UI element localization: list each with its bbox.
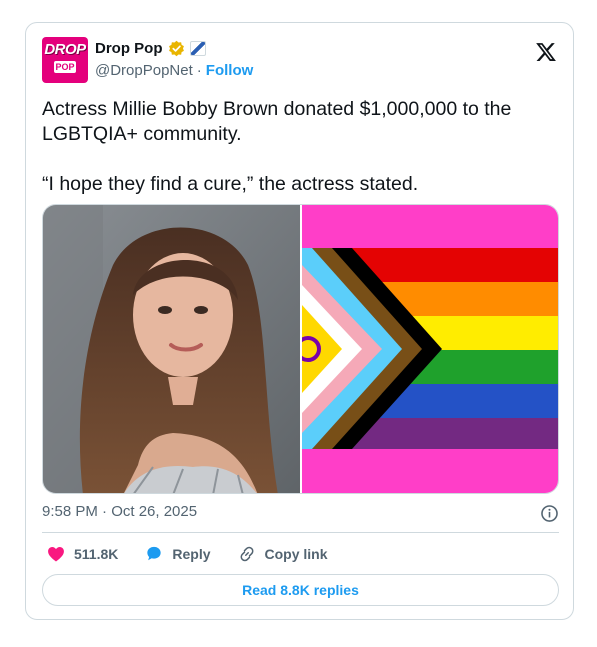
info-icon[interactable] bbox=[540, 504, 559, 523]
tweet-text-line: “I hope they find a cure,” the actress s… bbox=[42, 173, 419, 195]
tweet-card: DROP POP Drop Pop @DropPopNet · Follow A… bbox=[25, 22, 574, 620]
tweet-text: Actress Millie Bobby Brown donated $1,00… bbox=[42, 97, 552, 197]
tweet-header: DROP POP Drop Pop @DropPopNet · Follow bbox=[42, 37, 559, 87]
x-logo-icon[interactable] bbox=[535, 41, 557, 63]
reply-label: Reply bbox=[172, 546, 211, 562]
separator-dot: · bbox=[196, 62, 202, 79]
divider bbox=[42, 532, 559, 533]
reply-bubble-icon bbox=[147, 546, 162, 561]
handle-row: @DropPopNet · Follow bbox=[95, 62, 253, 79]
timestamp[interactable]: 9:58 PM · Oct 26, 2025 bbox=[42, 503, 197, 520]
tweet-text-line: Actress Millie Bobby Brown donated $1,00… bbox=[42, 98, 512, 145]
heart-icon bbox=[48, 547, 64, 562]
follow-button[interactable]: Follow bbox=[206, 62, 254, 79]
verified-badge-icon bbox=[168, 40, 184, 56]
copy-link-label: Copy link bbox=[264, 546, 328, 562]
action-bar: 511.8K Reply Copy link bbox=[46, 542, 354, 566]
portrait-photo[interactable] bbox=[43, 205, 300, 494]
affiliate-badge-icon bbox=[189, 40, 206, 56]
like-button[interactable]: 511.8K bbox=[46, 544, 118, 564]
tweet-media[interactable] bbox=[42, 204, 559, 494]
link-icon bbox=[240, 546, 253, 562]
like-count: 511.8K bbox=[74, 546, 119, 562]
copy-link-button[interactable]: Copy link bbox=[237, 544, 328, 564]
reply-button[interactable]: Reply bbox=[144, 544, 211, 564]
avatar[interactable]: DROP POP bbox=[42, 37, 88, 83]
read-replies-button[interactable]: Read 8.8K replies bbox=[42, 574, 559, 606]
timestamp-row: 9:58 PM · Oct 26, 2025 bbox=[42, 503, 559, 525]
avatar-logo-text: DROP bbox=[44, 41, 86, 58]
progress-pride-flag[interactable] bbox=[302, 205, 559, 494]
name-row: Drop Pop bbox=[95, 38, 206, 58]
display-name[interactable]: Drop Pop bbox=[95, 40, 163, 57]
handle[interactable]: @DropPopNet bbox=[95, 62, 193, 79]
avatar-logo-subtext: POP bbox=[54, 61, 76, 73]
